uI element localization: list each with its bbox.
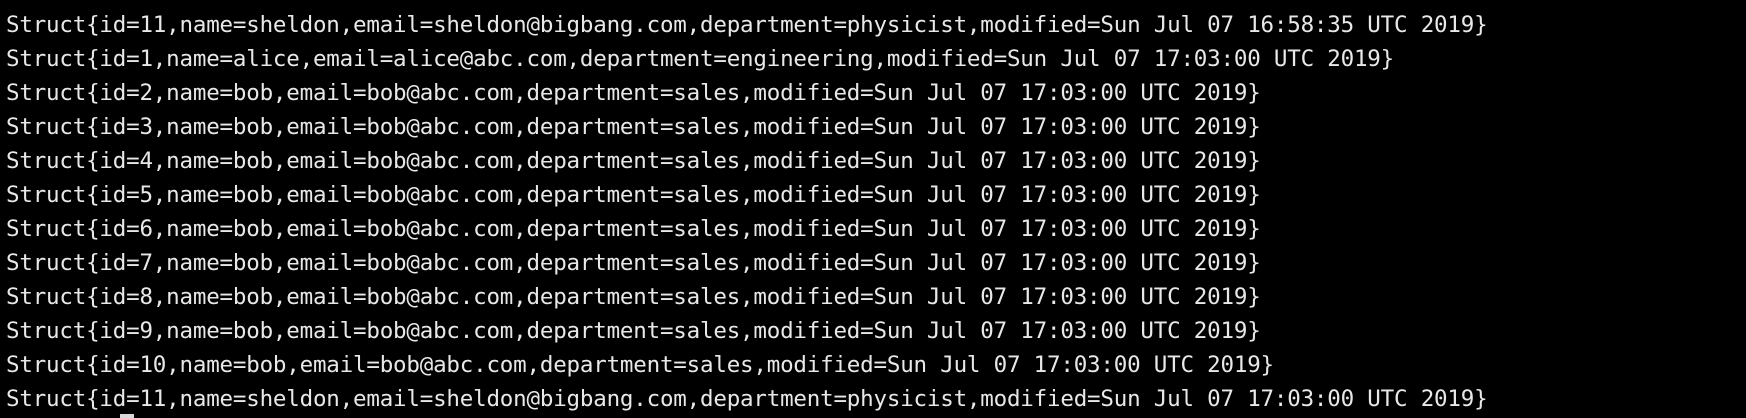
output-line-4: Struct{id=3,name=bob,email=bob@abc.com,d… [6, 114, 1261, 140]
output-line-8: Struct{id=7,name=bob,email=bob@abc.com,d… [6, 250, 1261, 276]
output-line-2: Struct{id=1,name=alice,email=alice@abc.c… [6, 46, 1394, 72]
output-line-1: Struct{id=11,name=sheldon,email=sheldon@… [6, 12, 1488, 38]
output-line-5: Struct{id=4,name=bob,email=bob@abc.com,d… [6, 148, 1261, 174]
output-line-3: Struct{id=2,name=bob,email=bob@abc.com,d… [6, 80, 1261, 106]
terminal-output[interactable]: Struct{id=11,name=sheldon,email=sheldon@… [0, 0, 1746, 418]
output-line-10: Struct{id=9,name=bob,email=bob@abc.com,d… [6, 318, 1261, 344]
output-line-7: Struct{id=6,name=bob,email=bob@abc.com,d… [6, 216, 1261, 242]
output-line-12: Struct{id=11,name=sheldon,email=sheldon@… [6, 386, 1488, 412]
output-line-11: Struct{id=10,name=bob,email=bob@abc.com,… [6, 352, 1274, 378]
terminal-cursor [120, 414, 134, 418]
output-line-9: Struct{id=8,name=bob,email=bob@abc.com,d… [6, 284, 1261, 310]
output-line-6: Struct{id=5,name=bob,email=bob@abc.com,d… [6, 182, 1261, 208]
